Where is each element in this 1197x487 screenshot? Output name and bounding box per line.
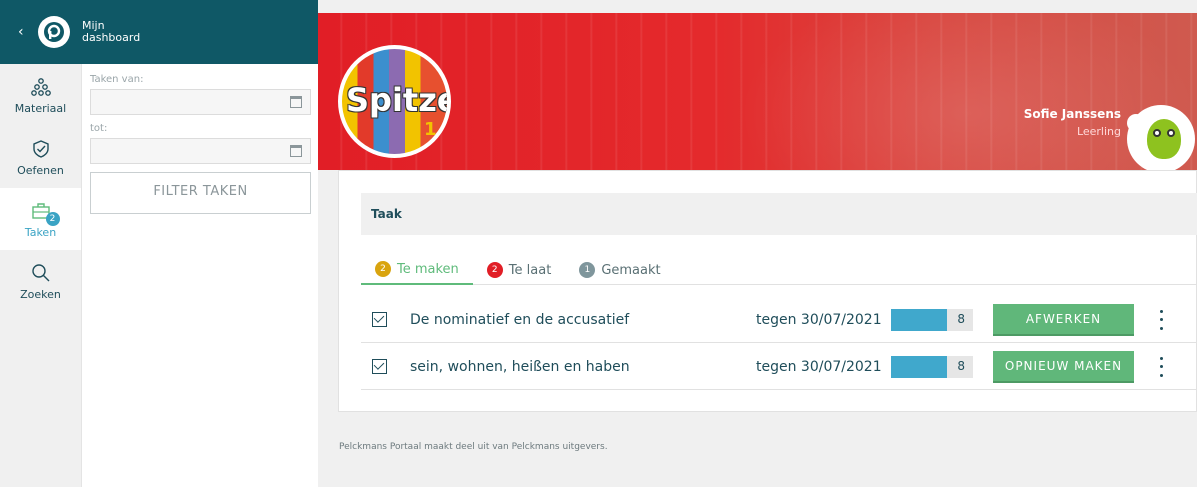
p-logo-icon — [44, 22, 64, 42]
task-tabs: 2 Te maken 2 Te laat 1 Gemaakt — [361, 255, 1197, 285]
task-card: Taak 2 Te maken 2 Te laat 1 Gemaakt De n… — [338, 170, 1197, 412]
task-card-heading: Taak — [361, 193, 1197, 235]
course-logo-name: Spitze — [346, 81, 447, 119]
avatar-frog-character — [1147, 119, 1181, 159]
nav-item-zoeken[interactable]: Zoeken — [0, 250, 81, 312]
course-hero-banner: Spitze 1 Sofie Janssens Leerling ⌄ — [318, 13, 1197, 170]
pelckmans-logo[interactable] — [38, 16, 70, 48]
task-title[interactable]: De nominatief en de accusatief — [410, 312, 629, 328]
redo-task-button[interactable]: OPNIEUW MAKEN — [993, 350, 1134, 383]
materials-icon — [30, 76, 52, 98]
avatar-eye — [1167, 129, 1175, 137]
more-options-icon[interactable] — [1156, 309, 1166, 330]
to-date-label: tot: — [90, 123, 108, 134]
search-icon — [30, 262, 52, 284]
task-title[interactable]: sein, wohnen, heißen en haben — [410, 359, 630, 375]
filter-tasks-button[interactable]: FILTER TAKEN — [90, 172, 311, 214]
course-logo[interactable]: Spitze 1 — [338, 45, 451, 158]
task-progress-fill — [891, 355, 947, 378]
tab-te-maken[interactable]: 2 Te maken — [361, 255, 473, 285]
task-checkbox-icon[interactable] — [372, 359, 387, 374]
dashboard-title[interactable]: Mijn dashboard — [82, 20, 152, 44]
user-role: Leerling — [1076, 125, 1121, 138]
task-progress-bar: 8 — [891, 308, 973, 331]
task-progress-count: 8 — [957, 311, 965, 326]
task-progress-count: 8 — [957, 358, 965, 373]
tab-count-badge: 2 — [486, 262, 503, 278]
task-due-date: tegen 30/07/2021 — [756, 311, 882, 328]
more-options-icon[interactable] — [1156, 356, 1166, 377]
tab-gemaakt[interactable]: 1 Gemaakt — [565, 255, 674, 285]
calendar-icon[interactable] — [290, 96, 302, 108]
taken-badge: 2 — [45, 211, 60, 226]
course-logo-number: 1 — [424, 119, 437, 140]
from-date-field[interactable] — [90, 89, 311, 115]
nav-item-label: Taken — [24, 225, 57, 239]
tab-count-badge: 2 — [375, 261, 391, 277]
tab-label: Te laat — [508, 262, 552, 278]
avatar[interactable] — [1127, 105, 1195, 170]
nav-item-label: Materiaal — [14, 101, 67, 115]
task-row[interactable]: sein, wohnen, heißen en haben tegen 30/0… — [361, 344, 1197, 390]
finish-task-button[interactable]: AFWERKEN — [993, 303, 1134, 336]
tab-label: Gemaakt — [601, 262, 661, 278]
sidebar-nav: Materiaal Oefenen 2 Taken Zoeken — [0, 64, 82, 487]
briefcase-icon: 2 — [30, 200, 60, 226]
shield-check-icon — [30, 138, 52, 160]
to-date-field[interactable] — [90, 138, 311, 164]
nav-item-label: Zoeken — [20, 287, 61, 301]
tab-count-badge: 1 — [579, 262, 596, 278]
user-name: Sofie Janssens — [1023, 107, 1121, 121]
footer-text: Pelckmans Portaal maakt deel uit van Pel… — [339, 442, 608, 452]
task-checkbox-icon[interactable] — [372, 312, 387, 327]
nav-item-materiaal[interactable]: Materiaal — [0, 64, 81, 126]
task-due-date: tegen 30/07/2021 — [756, 358, 882, 375]
tab-label: Te maken — [397, 261, 459, 277]
task-progress-bar: 8 — [891, 355, 973, 378]
from-date-label: Taken van: — [90, 74, 144, 85]
course-logo-artwork: Spitze 1 — [342, 49, 447, 154]
nav-item-label: Oefenen — [17, 163, 64, 177]
task-progress-fill — [891, 308, 947, 331]
task-row[interactable]: De nominatief en de accusatief tegen 30/… — [361, 297, 1197, 343]
task-filter-panel: Taken van: tot: FILTER TAKEN — [82, 64, 318, 487]
tab-te-laat[interactable]: 2 Te laat — [473, 255, 566, 285]
back-chevron-icon[interactable]: ‹ — [18, 24, 34, 40]
avatar-eye — [1153, 129, 1161, 137]
nav-item-oefenen[interactable]: Oefenen — [0, 126, 81, 188]
nav-item-taken[interactable]: 2 Taken — [0, 188, 81, 250]
calendar-icon[interactable] — [290, 145, 302, 157]
app-header: ‹ Mijn dashboard — [0, 0, 318, 64]
